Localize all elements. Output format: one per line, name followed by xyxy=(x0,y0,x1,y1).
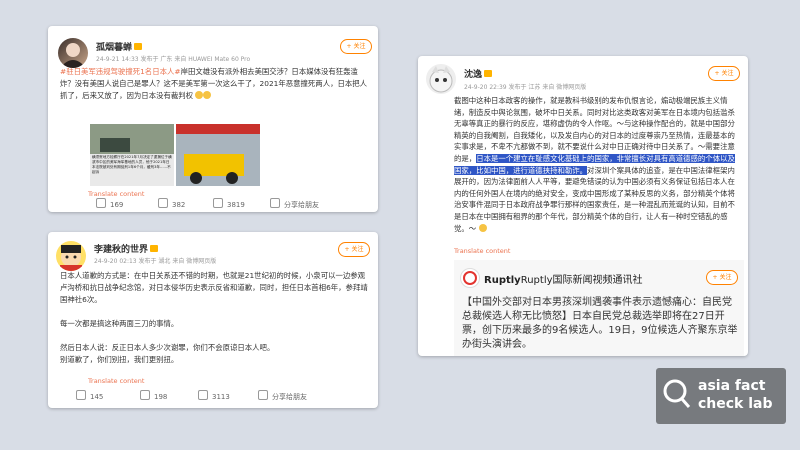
follow-button[interactable]: + 关注 xyxy=(708,66,740,81)
repost-button[interactable]: 145 xyxy=(76,390,103,401)
emoji-icon xyxy=(203,91,212,99)
weibo-post-card-2: 李建秋的世界 24-9-20 02:13 发布于 湖北 来自 微博网页版 + 关… xyxy=(48,232,378,408)
repost-icon xyxy=(96,198,106,208)
share-icon xyxy=(270,198,280,208)
vip-badge-icon xyxy=(150,245,159,252)
thumbs-up-icon xyxy=(213,198,223,208)
ruptly-logo-text: Ruptly xyxy=(484,275,521,286)
vip-badge-icon xyxy=(484,70,493,77)
repost-button[interactable]: 169 xyxy=(96,198,123,209)
comment-icon xyxy=(140,390,150,400)
username[interactable]: 沈逸 xyxy=(464,67,493,80)
share-icon xyxy=(258,390,268,400)
translate-link[interactable]: Translate content xyxy=(88,190,144,198)
vip-badge-icon xyxy=(134,43,143,50)
image-caption: 横须贺地方检察厅在2021年7月决定了逮捕位于横滨市中区的美军海军基地的人员，他… xyxy=(92,155,172,174)
watermark-line-2: check lab xyxy=(698,396,773,412)
avatar-portrait-icon xyxy=(60,43,86,68)
repost-username[interactable]: RuptlyRuptly国际新闻视频通讯社 xyxy=(484,271,643,286)
username[interactable]: 孤烟暮蝉 xyxy=(96,40,143,53)
post-body: 日本人道歉的方式是：在中日关系还不错的时期，也就是21世纪初的时候，小泉可以一边… xyxy=(60,270,368,366)
translate-link[interactable]: Translate content xyxy=(88,377,144,385)
post-image-1[interactable]: 横须贺地方检察厅在2021年7月决定了逮捕位于横滨市中区的美军海军基地的人员，他… xyxy=(90,124,174,186)
user-avatar[interactable] xyxy=(426,64,456,94)
tow-truck-photo-icon xyxy=(176,124,260,186)
comment-icon xyxy=(158,198,168,208)
post-body: 截图中这种日本政客的操作，就是教科书级别的发布仇恨言论，煽动极端民族主义情绪，制… xyxy=(454,96,735,233)
emoji-icon xyxy=(195,91,204,99)
comment-button[interactable]: 382 xyxy=(158,198,185,209)
share-button[interactable]: 分享给朋友 xyxy=(258,390,307,402)
hashtag-link[interactable]: #驻日美军违规驾驶撞死1名日本人# xyxy=(60,67,181,76)
follow-button[interactable]: + 关注 xyxy=(338,242,370,257)
paragraph: 别道歉了，你们别扭，我们更别扭。 xyxy=(60,355,179,364)
reposted-card[interactable]: RuptlyRuptly国际新闻视频通讯社 + 关注 【中国外交部对日本男孩深圳… xyxy=(454,260,744,356)
like-button[interactable]: 3819 xyxy=(213,198,245,209)
cartoon-avatar-icon xyxy=(60,245,82,271)
repost-icon xyxy=(76,390,86,400)
post-body: #驻日美军违规驾驶撞死1名日本人#岸田文雄没有派外相去美国交涉？日本媒体没有狂轰… xyxy=(60,67,368,100)
paragraph: 然后日本人说：反正日本人多少次谢罪，你们不会原谅日本人吧。 xyxy=(60,343,275,352)
thumbs-up-icon xyxy=(198,390,208,400)
like-button[interactable]: 3113 xyxy=(198,390,230,401)
repost-avatar[interactable] xyxy=(460,268,480,288)
asia-fact-check-lab-watermark: asia fact check lab xyxy=(656,368,786,424)
username[interactable]: 李建秋的世界 xyxy=(94,242,159,255)
user-avatar[interactable] xyxy=(56,241,86,271)
follow-button[interactable]: + 关注 xyxy=(340,39,372,54)
weibo-post-card-1: 孤烟暮蝉 24-9-21 14:33 发布于 广东 来自 HUAWEI Mate… xyxy=(48,26,378,212)
share-button[interactable]: 分享给朋友 xyxy=(270,198,319,210)
watermark-line-1: asia fact xyxy=(698,378,766,394)
repost-follow-button[interactable]: + 关注 xyxy=(706,270,738,285)
post-image-2[interactable] xyxy=(176,124,260,186)
emoji-icon xyxy=(478,223,487,232)
cat-avatar-icon xyxy=(429,66,453,93)
post-meta: 24-9-20 02:13 发布于 湖北 来自 微博网页版 xyxy=(94,258,217,265)
translate-link[interactable]: Translate content xyxy=(454,247,510,255)
weibo-post-card-3: 沈逸 24-9-20 22:39 发布于 江苏 来自 微博网页版 + 关注 截图… xyxy=(418,56,748,356)
paragraph: 每一次都是搞这种两面三刀的事情。 xyxy=(60,319,179,328)
user-avatar[interactable] xyxy=(58,38,88,68)
paragraph: 日本人道歉的方式是：在中日关系还不错的时期，也就是21世纪初的时候，小泉可以一边… xyxy=(60,271,368,304)
comment-button[interactable]: 198 xyxy=(140,390,167,401)
magnifier-logo-icon xyxy=(663,379,691,408)
repost-body: 【中国外交部对日本男孩深圳遇袭事件表示遗憾痛心：自民党总裁候选人称无比愤怒】日本… xyxy=(462,297,738,350)
post-meta: 24-9-20 22:39 发布于 江苏 来自 微博网页版 xyxy=(464,84,587,91)
ruptly-logo-icon xyxy=(463,271,477,285)
post-meta: 24-9-21 14:33 发布于 广东 来自 HUAWEI Mate 60 P… xyxy=(96,56,251,63)
